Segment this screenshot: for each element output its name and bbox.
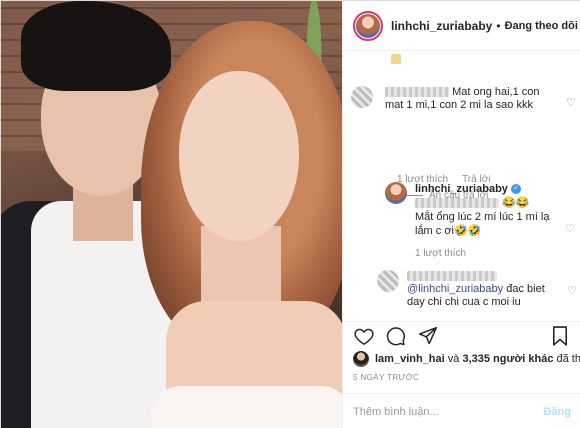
profile-avatar[interactable]: [353, 10, 383, 41]
add-comment-bar: Đăng: [343, 393, 580, 428]
comments-list[interactable]: Mat ong hai,1 con mat 1 mi,1 con 2 mi la…: [343, 52, 580, 320]
verified-badge-icon: ✓: [510, 184, 521, 195]
post-timestamp[interactable]: 5 NGÀY TRƯỚC: [353, 373, 419, 382]
heart-icon[interactable]: [353, 325, 375, 347]
post-viewer: linhchi_zuriababy • Đang theo dõi Mat on…: [0, 0, 580, 428]
likes-suffix: đã thích: [556, 353, 580, 365]
post-photo[interactable]: [1, 1, 342, 428]
reply-like-heart-icon[interactable]: ♡: [565, 222, 575, 235]
post-header: linhchi_zuriababy • Đang theo dõi: [343, 1, 580, 51]
comment-text: Mat ong hai,1 con mat 1 mi,1 con 2 mi la…: [385, 86, 541, 112]
header-username[interactable]: linhchi_zuriababy: [391, 19, 492, 33]
redacted-emoji: [391, 54, 401, 64]
redacted-username: [385, 87, 449, 98]
post-comment-button[interactable]: Đăng: [544, 406, 572, 418]
reply-item: linhchi_zuriababy ✓ 😂😂 Mắt ổng lúc 2 mí …: [385, 182, 575, 259]
woman-face: [179, 71, 299, 241]
share-icon[interactable]: [417, 325, 439, 347]
comment-input[interactable]: [353, 405, 544, 418]
reply-body: Mắt ổng lúc 2 mí lúc 1 mí lạ lắm c ơi🤣🤣: [415, 211, 550, 237]
action-bar: [343, 321, 580, 349]
redacted-username: [407, 271, 497, 282]
reply-author-avatar[interactable]: [385, 182, 407, 204]
post-side-panel: linhchi_zuriababy • Đang theo dõi Mat on…: [342, 1, 580, 428]
reply-meta: 1 lượt thích: [415, 248, 466, 259]
commenter-avatar-blurred[interactable]: [377, 270, 399, 292]
reply-text: @linhchi_zuriababy đac biet day chi chi …: [407, 270, 557, 309]
mention-link[interactable]: @linhchi_zuriababy: [407, 283, 503, 295]
liker-avatar[interactable]: [353, 351, 369, 367]
woman-dress: [151, 386, 342, 428]
others-liked-link[interactable]: 3,335 người khác: [462, 353, 553, 365]
liker-username[interactable]: lam_vinh_hai: [375, 353, 445, 365]
reply-emoji: 😂😂: [502, 197, 530, 209]
comment-icon[interactable]: [385, 325, 407, 347]
reply-author-username[interactable]: linhchi_zuriababy: [415, 183, 508, 195]
avatar-image: [356, 13, 380, 38]
likes-conjunction: và: [447, 353, 460, 365]
redacted-mention: [415, 198, 499, 209]
reply-item: @linhchi_zuriababy đac biet day chi chi …: [377, 270, 577, 309]
likes-summary: lam_vinh_hai và 3,335 người khác đã thíc…: [353, 351, 580, 367]
following-button[interactable]: Đang theo dõi: [505, 20, 578, 32]
reply-like-heart-icon[interactable]: ♡: [567, 284, 577, 297]
bookmark-icon[interactable]: [549, 325, 571, 347]
separator-dot: •: [496, 18, 501, 33]
comment-like-heart-icon[interactable]: ♡: [566, 96, 576, 109]
reply-text: linhchi_zuriababy ✓ 😂😂 Mắt ổng lúc 2 mí …: [415, 182, 555, 238]
comment-item: Mat ong hai,1 con mat 1 mi,1 con 2 mi la…: [351, 86, 576, 201]
commenter-avatar-blurred[interactable]: [351, 86, 373, 108]
reply-like-count[interactable]: 1 lượt thích: [415, 248, 466, 259]
